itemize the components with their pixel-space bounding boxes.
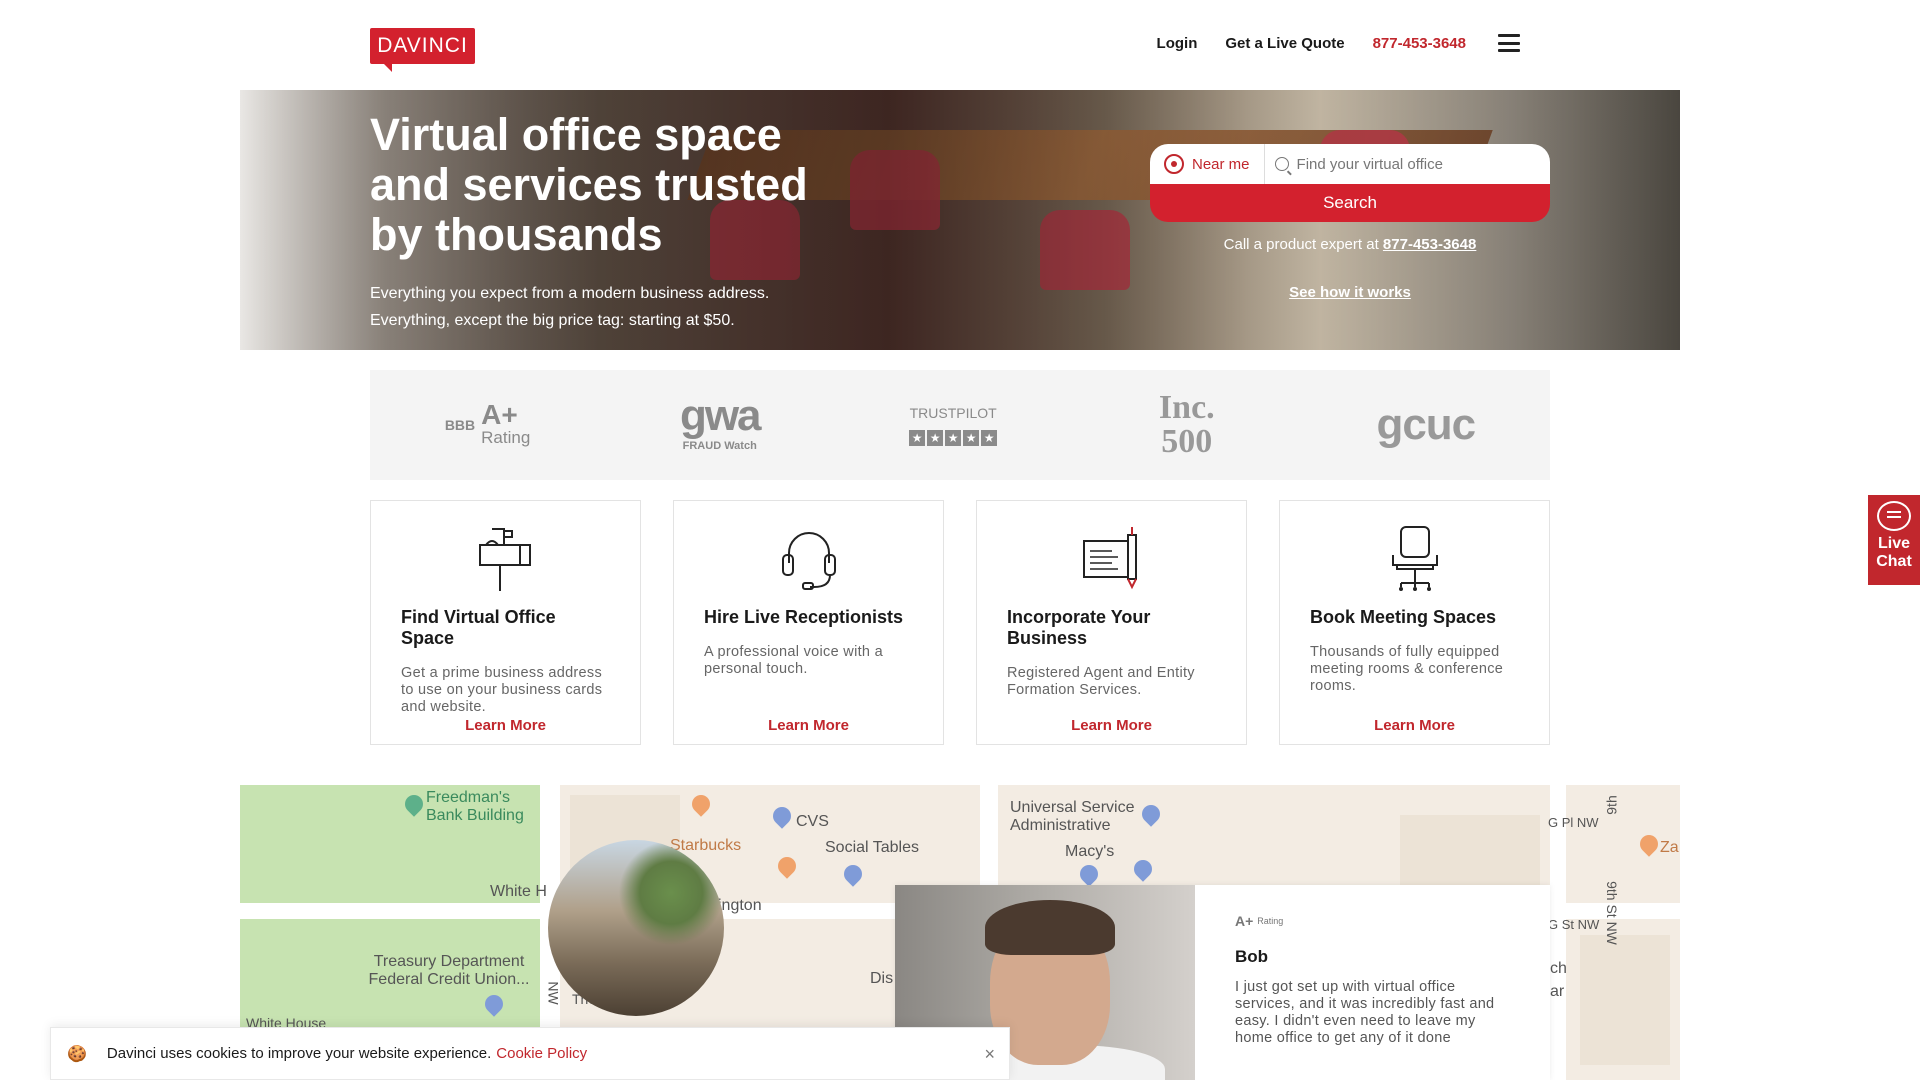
map-pin-icon[interactable] — [1130, 856, 1156, 882]
menu-icon[interactable] — [1498, 34, 1520, 52]
office-building-photo — [548, 840, 724, 1016]
card-description: Registered Agent and Entity Formation Se… — [1007, 665, 1195, 698]
close-icon[interactable]: × — [984, 1044, 995, 1065]
top-nav: Login Get a Live Quote 877-453-3648 — [1157, 34, 1520, 52]
live-chat-button[interactable]: Live Chat — [1868, 495, 1920, 585]
learn-more-link[interactable]: Learn More — [674, 717, 943, 734]
location-target-icon — [1164, 154, 1184, 174]
live-quote-link[interactable]: Get a Live Quote — [1225, 35, 1344, 52]
map-label: ar — [1550, 983, 1565, 1000]
call-expert-label: Call a product expert at — [1223, 236, 1379, 253]
map-label: Treasury Department Federal Credit Union… — [368, 953, 530, 988]
map-label: 9th — [1603, 795, 1620, 815]
chat-bubble-icon — [1877, 501, 1911, 531]
see-how-it-works-link[interactable]: See how it works — [1150, 284, 1550, 301]
hero-subtitle-line: Everything, except the big price tag: st… — [370, 312, 735, 329]
card-title: Find Virtual Office Space — [401, 607, 556, 648]
map-label: Universal Service Administrative — [1010, 799, 1135, 834]
site-header: DAVINCI Login Get a Live Quote 877-453-3… — [0, 0, 1920, 90]
bbb-mark: BBB — [444, 417, 476, 433]
map-label: ch — [1550, 960, 1567, 977]
map-pin-icon[interactable] — [769, 803, 795, 829]
service-card[interactable]: Book Meeting Spaces Thousands of fully e… — [1279, 500, 1550, 745]
gwa-mark: gwa — [679, 391, 762, 440]
learn-more-link[interactable]: Learn More — [371, 717, 640, 734]
bbb-badge-rating: Rating — [1257, 916, 1284, 926]
inc-500-mark: Inc. 500 — [1158, 389, 1215, 460]
mailbox-icon — [478, 528, 531, 591]
davinci-logo[interactable]: DAVINCI — [370, 28, 475, 72]
service-card[interactable]: Hire Live Receptionists A professional v… — [673, 500, 944, 745]
service-card[interactable]: Find Virtual Office Space Get a prime bu… — [370, 500, 641, 745]
service-cards: Find Virtual Office Space Get a prime bu… — [370, 500, 1550, 745]
hero-subtitle: Everything you expect from a modern busi… — [370, 280, 890, 334]
map-label: Dis — [870, 970, 894, 987]
map-label: NW — [545, 981, 562, 1005]
live-chat-label: Live — [1877, 535, 1910, 552]
card-description: Get a prime business address to use on y… — [401, 665, 603, 715]
gcuc-logo: gcuc — [1376, 400, 1476, 450]
call-expert-text: Call a product expert at 877-453-3648 — [1150, 236, 1550, 253]
card-title: Book Meeting Spaces — [1310, 607, 1497, 627]
map-label: 9th St NW — [1603, 881, 1620, 945]
call-expert-phone-link[interactable]: 877-453-3648 — [1383, 236, 1476, 253]
hero-subtitle-line: Everything you expect from a modern busi… — [370, 285, 770, 302]
headset-icon — [781, 532, 836, 590]
near-me-label: Near me — [1192, 155, 1250, 173]
near-me-button[interactable]: Near me — [1150, 144, 1265, 184]
learn-more-link[interactable]: Learn More — [977, 717, 1246, 734]
bbb-badge-grade: A+ — [1235, 913, 1254, 929]
map-pin-icon[interactable] — [1076, 861, 1102, 887]
search-button[interactable]: Search — [1150, 184, 1550, 222]
gwa-logo: gwa FRAUD Watch — [679, 391, 762, 453]
map-pin-icon[interactable] — [840, 861, 866, 887]
card-description: Thousands of fully equipped meeting room… — [1310, 644, 1504, 694]
cookie-text: Davinci uses cookies to improve your web… — [106, 1045, 492, 1062]
trust-logos: BBB A+ Rating gwa FRAUD Watch TRUSTPILOT… — [370, 370, 1550, 480]
map-label: Social Tables — [825, 839, 919, 856]
map-pin-icon[interactable] — [688, 791, 714, 817]
map-label: G Pl NW — [1548, 815, 1599, 830]
bbb-badge-icon: A+ Rating — [1235, 913, 1510, 929]
testimonial-quote: I just got set up with virtual office se… — [1235, 979, 1495, 1046]
map-pin-icon[interactable] — [1636, 831, 1662, 857]
cookie-banner: 🍪 Davinci uses cookies to improve your w… — [50, 1027, 1010, 1080]
bbb-grade: A+ — [481, 399, 518, 430]
search-icon — [1274, 157, 1289, 171]
card-description: A professional voice with a personal tou… — [704, 644, 883, 677]
map-pin-icon[interactable] — [774, 853, 800, 879]
map-label: Macy's — [1065, 843, 1115, 860]
office-search: Near me Search — [1150, 144, 1550, 222]
login-link[interactable]: Login — [1157, 35, 1198, 52]
cookie-policy-link[interactable]: Cookie Policy — [496, 1045, 587, 1062]
gwa-subtext: FRAUD Watch — [682, 440, 757, 452]
map-label: White H — [490, 883, 547, 900]
trustpilot-stars-icon: ★ ★ ★ ★ ★ — [909, 429, 998, 446]
service-card[interactable]: Incorporate Your Business Registered Age… — [976, 500, 1247, 745]
hero-title: Virtual office space and services truste… — [370, 109, 808, 260]
phone-link[interactable]: 877-453-3648 — [1373, 35, 1466, 52]
map-label: Freedman's Bank Building — [426, 789, 524, 824]
testimonial-name: Bob — [1235, 947, 1269, 966]
cookie-icon: 🍪 — [67, 1045, 87, 1063]
map-label: Za — [1660, 839, 1679, 856]
gcuc-mark: gcuc — [1376, 400, 1476, 449]
learn-more-link[interactable]: Learn More — [1280, 717, 1549, 734]
map-label: CVS — [796, 813, 829, 830]
document-pen-icon — [1082, 527, 1137, 590]
card-title: Incorporate Your Business — [1007, 607, 1151, 648]
inc-500-logo: Inc. 500 — [1147, 391, 1227, 459]
map-label: ington — [718, 897, 762, 914]
trustpilot-logo: TRUSTPILOT ★ ★ ★ ★ ★ — [909, 404, 998, 446]
bbb-logo: BBB A+ Rating — [444, 399, 531, 448]
live-chat-label: Chat — [1876, 553, 1912, 570]
trustpilot-name: TRUSTPILOT — [909, 404, 997, 421]
office-chair-icon — [1391, 526, 1438, 591]
card-title: Hire Live Receptionists — [704, 607, 904, 627]
bbb-rating-text: Rating — [481, 428, 531, 447]
map-label: G St NW — [1548, 917, 1600, 932]
search-input[interactable] — [1288, 144, 1550, 184]
